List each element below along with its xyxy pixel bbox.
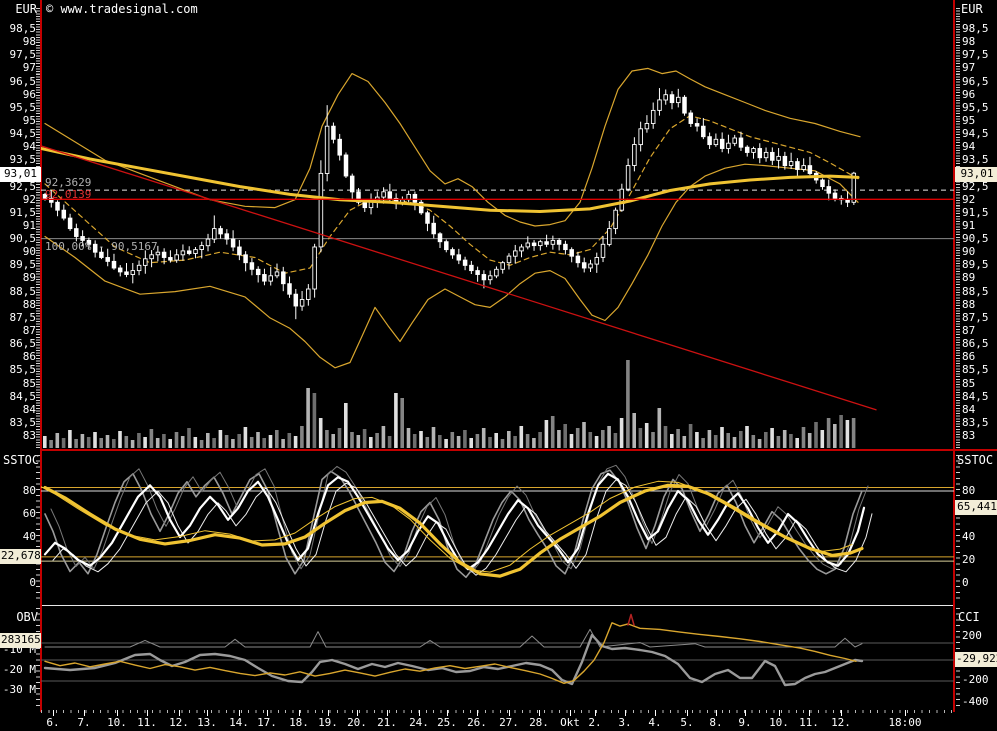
obv-cci-panel xyxy=(41,613,954,687)
moving-average-line xyxy=(41,147,860,213)
candles xyxy=(42,88,857,320)
downtrend-line xyxy=(41,145,877,411)
bollinger-upper-band xyxy=(44,67,861,227)
red-level-label: 92,0139 xyxy=(45,188,92,201)
current-price-box-right: 93,01 xyxy=(955,167,997,182)
obv-value-box: 283165 xyxy=(0,633,41,648)
chart-canvas[interactable] xyxy=(0,0,997,731)
fib-level-label: 100,00% - 90,5167 xyxy=(45,240,158,253)
sstoc-left-value-box: 22,678 xyxy=(0,549,41,564)
cci-red-spike xyxy=(627,613,635,626)
bollinger-lower-band xyxy=(44,163,859,369)
sstoc-panel xyxy=(41,464,954,579)
tradesignal-chart-window: EUR EUR © www.tradesignal.com SSTOC SSTO… xyxy=(0,0,997,731)
volume-bars xyxy=(43,360,856,448)
current-price-box-left: 93,01 xyxy=(0,167,41,182)
main-panel xyxy=(41,67,954,448)
sstoc-gray-fast-line-2 xyxy=(50,464,869,573)
sstoc-white-slow-line xyxy=(43,472,866,571)
cci-value-box: -29,922 xyxy=(955,652,997,667)
sstoc-right-value-box: 65,441 xyxy=(955,500,997,515)
